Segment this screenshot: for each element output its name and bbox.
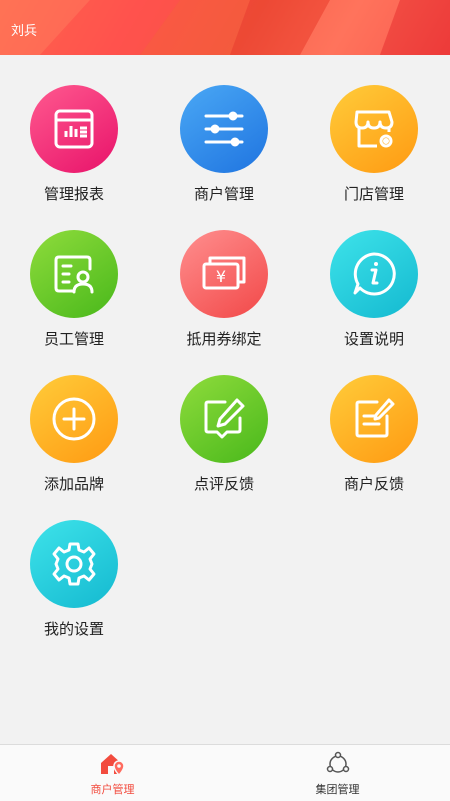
menu-item-review-feedback[interactable]: 点评反馈 [150,345,300,493]
tab-group-management[interactable]: 集团管理 [225,745,450,801]
user-name: 刘兵 [11,24,38,39]
menu-item-employee[interactable]: 员工管理 [0,200,150,348]
menu-item-merchant[interactable]: 商户管理 [150,55,300,203]
plus-circle-icon [30,375,118,463]
report-icon [30,85,118,173]
tab-merchant-management[interactable]: 商户管理 [0,745,225,801]
tab-label: 集团管理 [315,783,360,796]
menu-item-label: 我的设置 [43,620,104,638]
sliders-icon [180,85,268,173]
bottom-tab-bar: 商户管理 集团管理 [0,744,450,801]
menu-item-instructions[interactable]: 设置说明 [300,200,450,348]
employee-card-icon [30,230,118,318]
tab-label: 商户管理 [90,783,135,796]
network-icon [326,751,350,773]
edit-note-icon [330,375,418,463]
voucher-icon: ¥ [180,230,268,318]
menu-item-merchant-feedback[interactable]: 商户反馈 [300,345,450,493]
info-bubble-icon [330,230,418,318]
gear-icon [30,520,118,608]
header-bar: 刘兵 [0,0,450,55]
menu-item-label: 商户反馈 [343,475,404,493]
menu-item-label: 点评反馈 [193,475,254,493]
store-location-icon [101,754,125,777]
menu-item-my-settings[interactable]: 我的设置 [0,490,150,638]
svg-text:¥: ¥ [216,267,226,286]
header-pattern [0,0,450,55]
menu-item-report[interactable]: 管理报表 [0,55,150,203]
menu-item-add-brand[interactable]: 添加品牌 [0,345,150,493]
store-settings-icon [330,85,418,173]
menu-item-store[interactable]: 门店管理 [300,55,450,203]
edit-comment-icon [180,375,268,463]
menu-item-voucher[interactable]: ¥ 抵用券绑定 [150,200,300,348]
